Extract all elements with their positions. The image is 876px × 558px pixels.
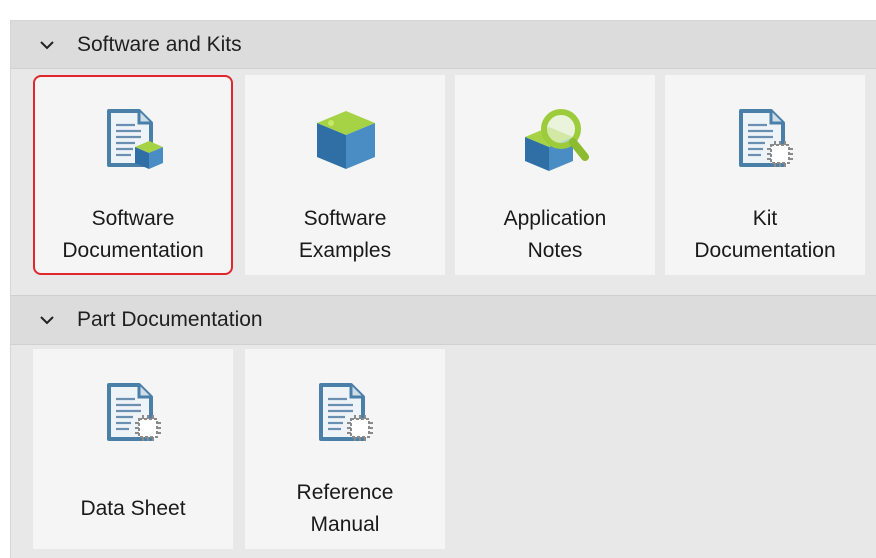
section-title: Software and Kits (77, 32, 242, 56)
document-cube-icon (107, 109, 163, 169)
chevron-down-icon[interactable] (37, 35, 57, 55)
chevron-down-icon[interactable] (37, 310, 57, 330)
magnifier-cube-icon (525, 109, 589, 171)
tile-software-documentation[interactable]: Software Documentation (33, 75, 233, 275)
tile-label: Reference Manual (296, 481, 394, 536)
tile-label: Software Documentation (62, 207, 204, 262)
tile-label: Application Notes (503, 207, 607, 262)
tile-kit-documentation[interactable]: Kit Documentation (665, 75, 865, 275)
tile-label: Data Sheet (80, 497, 186, 520)
section-header-part-documentation[interactable]: Part Documentation (11, 295, 876, 345)
tile-label: Software Examples (298, 207, 392, 262)
document-chip-icon (107, 383, 161, 441)
tile-software-examples[interactable]: Software Examples (245, 75, 445, 275)
tile-application-notes[interactable]: Application Notes (455, 75, 655, 275)
tile-label: Kit Documentation (694, 207, 836, 262)
tile-reference-manual[interactable]: Reference Manual (245, 349, 445, 549)
tile-data-sheet[interactable]: Data Sheet (33, 349, 233, 549)
section-header-software-and-kits[interactable]: Software and Kits (11, 21, 876, 69)
cube-icon (317, 111, 375, 169)
document-chip-icon (739, 109, 793, 167)
documentation-panel: Software and Kits Software Documentation… (10, 20, 876, 558)
document-chip-icon (319, 383, 373, 441)
section-title: Part Documentation (77, 308, 263, 331)
